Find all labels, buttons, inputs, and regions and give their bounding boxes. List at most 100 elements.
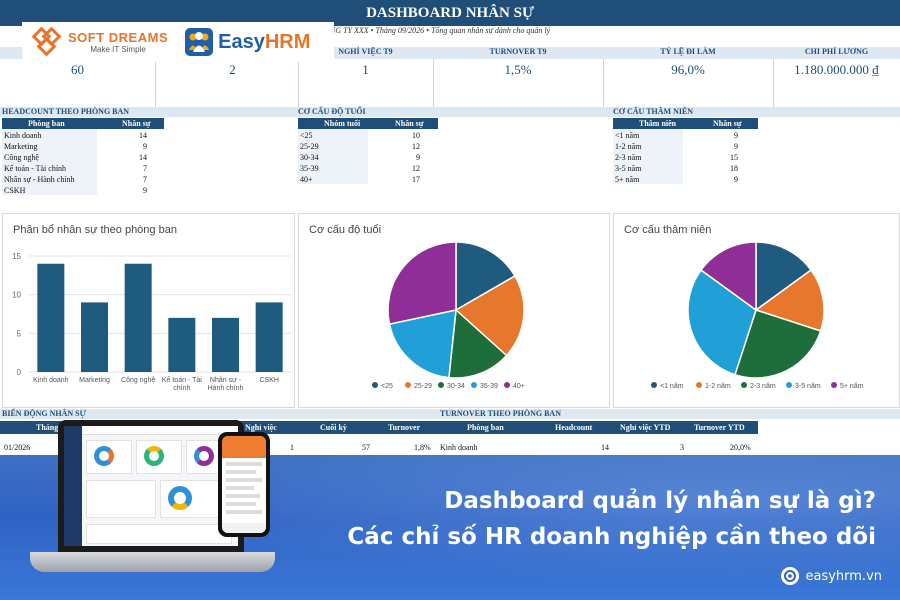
laptop-screen-content [64, 426, 238, 546]
row-value: 15 [730, 153, 738, 162]
table-row: 5+ năm 9 [613, 174, 758, 185]
table-row: Kinh doanh 14 [2, 130, 164, 141]
laptop-base [30, 552, 275, 572]
row-value: 12 [412, 142, 420, 151]
easyhrm-name-easy: Easy [218, 30, 265, 53]
bar [37, 263, 65, 372]
legend-label: 30-34 [447, 383, 465, 390]
dept-table-header: Phòng ban Nhân sự [2, 118, 164, 129]
kpi-divider [603, 59, 604, 109]
header-col-group: Phòng ban [28, 119, 65, 128]
softdreams-mark-icon [32, 27, 62, 57]
softdreams-logo: SOFT DREAMS Make IT Simple [32, 27, 168, 57]
col-turnover-ytd: Turnover YTD [694, 423, 745, 432]
kpi-value: 60 [71, 62, 84, 77]
kpi-divider [433, 59, 434, 109]
legend-label: 3-5 năm [795, 383, 821, 390]
col-leavers: Nghỉ việc [245, 423, 277, 432]
cell-headcount: 14 [601, 443, 609, 452]
col-leavers-ytd: Nghỉ việc YTD [620, 423, 671, 432]
cell-turnover: 1,8% [414, 443, 431, 452]
cell-month: 01/2026 [4, 443, 31, 452]
kpi-divider [298, 59, 299, 109]
table-row: 2-3 năm 15 [613, 152, 758, 163]
easyhrm-site-icon [781, 567, 800, 585]
legend-label: <1 năm [660, 383, 684, 390]
legend-label: 5+ năm [840, 383, 864, 390]
table-row: Marketing 9 [2, 141, 164, 152]
table-row: 30-34 9 [298, 152, 438, 163]
bar [81, 302, 108, 372]
x-category-label: Marketing [79, 377, 110, 384]
easyhrm-people-icon [185, 28, 214, 56]
legend-marker [438, 382, 444, 388]
hr-movement-title: BIẾN ĐỘNG NHÂN SỰ [2, 409, 86, 418]
kpi-value: 96,0% [671, 62, 705, 77]
y-tick-label: 5 [17, 329, 22, 338]
row-label: Nhân sự - Hành chính [4, 175, 75, 184]
dept-bar-chart-panel: Phân bổ nhân sự theo phòng ban 0 5 10 15 Kin… [2, 213, 295, 408]
legend-marker [696, 382, 702, 388]
age-section-title: CƠ CẤU ĐỘ TUỔI [298, 107, 366, 116]
easyhrm-name-hrm: HRM [264, 30, 311, 53]
row-value: 7 [143, 164, 147, 173]
x-category-label: Công nghệ [121, 377, 155, 384]
dashboard-subtitle: NG TY XXX • Tháng 09/2026 • Tổng quan nh… [330, 26, 551, 35]
legend-marker [504, 382, 510, 388]
legend-label: 2-3 năm [750, 383, 776, 390]
kpi-label: TỶ LỆ ĐI LÀM [660, 47, 716, 56]
x-category-label: Nhân sự - [210, 377, 242, 384]
phone-screen [222, 436, 266, 533]
table-row: Nhân sự - Hành chính 7 [2, 174, 164, 185]
site-link[interactable]: easyhrm.vn [781, 567, 882, 585]
row-value: 9 [734, 175, 738, 184]
x-category-label: Kế toán - Tài [162, 375, 202, 384]
legend-label: 35-39 [480, 383, 498, 390]
cell-leavers: 1 [290, 443, 294, 452]
row-value: 9 [416, 153, 420, 162]
row-value: 14 [139, 131, 147, 140]
row-value: 9 [143, 186, 147, 195]
tenure-table-header: Thâm niên Nhân sự [613, 118, 758, 129]
cell-dept: Kinh doanh [440, 443, 478, 452]
row-label: Kế toán - Tài chính [4, 164, 67, 173]
bar [168, 317, 196, 372]
row-label: 40+ [300, 175, 313, 184]
table-row: <1 năm 9 [613, 130, 758, 141]
y-tick-label: 15 [12, 252, 21, 261]
row-label: 3-5 năm [615, 164, 642, 173]
tenure-pie-chart-panel: Cơ cấu thâm niên <1 năm 1-2 năm 2-3 năm 3-5… [613, 213, 900, 408]
cell-turnover-ytd: 20,0% [730, 443, 751, 452]
legend-marker [651, 382, 657, 388]
tenure-section-title: CƠ CẤU THÂM NIÊN [613, 107, 694, 116]
softdreams-name: SOFT DREAMS [68, 30, 169, 45]
legend-label: <25 [381, 383, 393, 390]
row-label: 2-3 năm [615, 153, 642, 162]
legend-label: 25-29 [414, 383, 432, 390]
banner-headline-line2: Các chỉ số HR doanh nghiệp cần theo dõi [347, 524, 876, 550]
legend-marker [741, 382, 747, 388]
partner-logos: SOFT DREAMS Make IT Simple EasyHRM [22, 22, 334, 62]
legend-marker [405, 382, 411, 388]
kpi-label: TURNOVER T9 [489, 47, 547, 56]
row-label: Kinh doanh [4, 131, 42, 140]
turnover-dept-title: TURNOVER THEO PHÒNG BAN [440, 409, 561, 418]
table-row: 40+ 17 [298, 174, 438, 185]
row-label: 25-29 [300, 142, 319, 151]
age-table-header: Nhóm tuổi Nhân sự [298, 118, 438, 129]
row-value: 9 [734, 142, 738, 151]
legend-marker [471, 382, 477, 388]
kpi-value: 2 [229, 62, 236, 77]
legend-marker [786, 382, 792, 388]
header-col-count: Nhân sự [395, 119, 424, 128]
pie-slice [387, 241, 457, 326]
row-value: 9 [143, 142, 147, 151]
bar [124, 263, 152, 372]
row-label: 30-34 [300, 153, 319, 162]
easyhrm-logo: EasyHRM [184, 27, 310, 57]
site-url: easyhrm.vn [805, 568, 882, 584]
kpi-value: 1.180.000.000 ₫ [794, 62, 879, 77]
col-dept: Phòng ban [467, 423, 504, 432]
row-label: 35-39 [300, 164, 319, 173]
table-row: Công nghệ 14 [2, 152, 164, 163]
